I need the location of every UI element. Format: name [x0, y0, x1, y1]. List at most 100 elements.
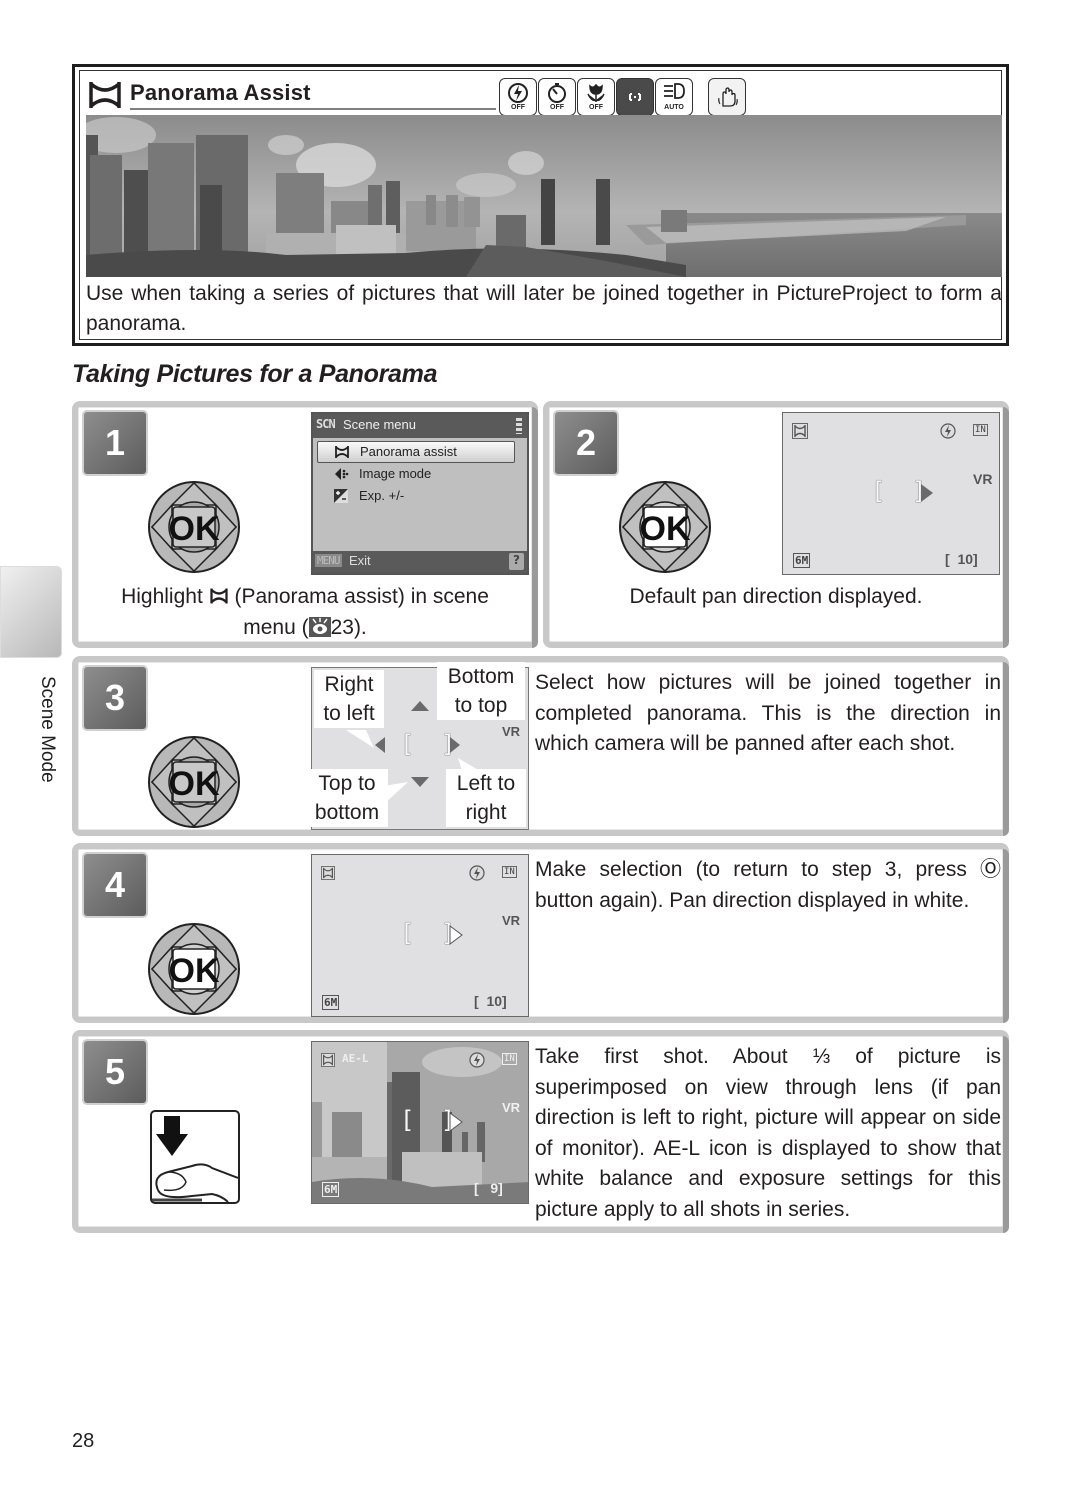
side-tab [0, 566, 62, 658]
callout-pointer [458, 758, 480, 771]
section-heading: Taking Pictures for a Panorama [72, 360, 438, 388]
ok-label: OK [169, 765, 220, 803]
pan-right-arrow-icon [450, 737, 460, 753]
ok-dpad-icon: OK [619, 481, 711, 573]
internal-memory-icon: IN [973, 424, 988, 436]
callout-pointer [384, 782, 408, 804]
help-icon: ? [509, 553, 524, 570]
shutter-press-icon [150, 1110, 240, 1204]
ok-label: OK [640, 510, 691, 548]
step-1-panel: 1 OK SCN Scene menu Panorama assist Imag… [72, 401, 538, 648]
page-number: 28 [72, 1430, 95, 1452]
camera-monitor-step-2: IN VR [ ] 6M [ 10] [782, 412, 1000, 575]
step-5-panel: 5 AE-L IN VR [] 6M [9] Take first shot… [72, 1030, 1009, 1233]
ok-label: OK [169, 510, 220, 548]
vr-icon: VR [502, 724, 521, 739]
panorama-assist-icon [335, 446, 349, 458]
ok-label: OK [169, 952, 220, 990]
step-5-badge: 5 [84, 1041, 146, 1103]
image-mode-icon [335, 468, 349, 480]
pan-up-arrow-icon [411, 701, 429, 711]
panorama-mode-icon [792, 423, 808, 439]
skyline-illustration [86, 115, 1002, 277]
image-mode-6m-icon: 6M [322, 995, 340, 1010]
panorama-photo [86, 115, 1002, 277]
image-mode-6m-icon: 6M [793, 553, 811, 568]
page-reference-icon [308, 616, 331, 637]
panorama-mode-icon [321, 1053, 335, 1067]
step-2-panel: 2 OK IN VR [ ] 6M [ 10] Default pan dire… [543, 401, 1009, 648]
scene-menu-item-label: Exp. +/- [359, 488, 405, 503]
scene-title: Panorama Assist [130, 80, 311, 105]
pan-right-arrow-white-icon [449, 1112, 463, 1132]
step-4-badge: 4 [84, 854, 146, 916]
scene-description: Use when taking a series of pictures tha… [86, 282, 1002, 335]
image-mode-6m-icon: 6M [322, 1182, 340, 1197]
vr-icon: VR [502, 1100, 521, 1115]
scene-menu-title: Scene menu [343, 417, 416, 432]
ok-dpad-icon: OK [148, 923, 240, 1015]
scene-box-inner: Panorama Assist OFF OFF OFF AUTO Use whe… [79, 70, 1002, 340]
exit-label: Exit [349, 553, 371, 568]
flash-auto-icon [469, 865, 485, 881]
exposures-remaining: [ 9] [474, 1180, 503, 1196]
step-5-text: Take first shot. About ⅓ of picture is s… [535, 1045, 1001, 1221]
pan-right-arrow-white-icon [449, 925, 463, 945]
callout-bottom-to-top: Bottom to top [437, 662, 525, 720]
camera-monitor-step-5: AE-L IN VR [ ] 6M [ 9] [311, 1041, 529, 1204]
callout-pointer [346, 730, 374, 748]
step-4-text: Make selection (to return to step 3, pre… [535, 858, 1001, 912]
vr-icon: VR [973, 471, 993, 487]
scene-panorama-assist-box: Panorama Assist OFF OFF OFF AUTO Use whe… [72, 64, 1009, 346]
scene-menu-item-label: Image mode [359, 466, 432, 481]
af-assist-auto-icon: AUTO [655, 78, 693, 116]
title-underline [130, 108, 496, 110]
panorama-assist-icon [210, 588, 228, 604]
step-3-text: Select how pictures will be joined toget… [535, 671, 1001, 755]
scene-title-row: Panorama Assist OFF OFF OFF AUTO [86, 76, 1006, 116]
scene-menu-item-panorama-assist[interactable]: Panorama assist [317, 441, 515, 463]
mode-icons: OFF OFF OFF AUTO [499, 78, 746, 116]
ae-lock-icon: AE-L [342, 1052, 369, 1065]
internal-memory-icon: IN [502, 1053, 517, 1065]
scn-icon: SCN [316, 417, 336, 431]
scene-menu-footer: MENU Exit ? [313, 551, 527, 573]
flash-off-icon: OFF [499, 78, 537, 116]
macro-off-icon: OFF [577, 78, 615, 116]
step-3-panel: 3 OK VR [ ] Right to left Bottom to top … [72, 656, 1009, 836]
exposures-remaining: [ 10] [474, 993, 507, 1009]
scrollbar-icon [516, 418, 522, 434]
step-1-badge: 1 [84, 412, 146, 474]
step-2-badge: 2 [555, 412, 617, 474]
scene-menu-item-label: Panorama assist [360, 444, 457, 459]
ok-dpad-icon: OK [148, 481, 240, 573]
step-3-badge: 3 [84, 667, 146, 729]
pan-right-arrow-icon [921, 484, 933, 502]
step-1-text: Highlight (Panorama assist) in scene men… [121, 585, 489, 639]
vr-icon: VR [502, 913, 521, 928]
scene-menu-item-exposure[interactable]: Exp. +/- [317, 486, 515, 508]
flash-auto-icon [469, 1052, 485, 1068]
scene-menu-item-image-mode[interactable]: Image mode [317, 464, 515, 486]
step-4-panel: 4 OK IN VR [ ] 6M [ 10] Make selection (… [72, 843, 1009, 1023]
vibration-reduction-hand-icon [708, 78, 746, 116]
pan-down-arrow-icon [411, 777, 429, 787]
flash-auto-icon [940, 423, 956, 439]
scene-menu-header: SCN Scene menu [313, 414, 527, 438]
camera-monitor-step-4: IN VR [ ] 6M [ 10] [311, 854, 529, 1017]
callout-top-to-bottom: Top to bottom [306, 769, 388, 827]
menu-button-icon: MENU [315, 554, 342, 567]
panorama-mode-icon [321, 866, 335, 880]
press-shutter-illustration [152, 1116, 239, 1203]
scene-menu-screen: SCN Scene menu Panorama assist Image mod… [311, 412, 529, 575]
side-tab-label: Scene Mode [37, 676, 58, 783]
self-timer-off-icon: OFF [538, 78, 576, 116]
callout-right-to-left: Right to left [314, 670, 384, 728]
panorama-assist-icon [89, 82, 121, 108]
focus-mode-icon [616, 78, 654, 116]
callout-left-to-right: Left to right [446, 769, 526, 827]
step-2-text: Default pan direction displayed. [629, 585, 923, 608]
exposure-compensation-icon [334, 489, 348, 503]
internal-memory-icon: IN [502, 866, 517, 878]
ok-dpad-icon: OK [148, 736, 240, 828]
